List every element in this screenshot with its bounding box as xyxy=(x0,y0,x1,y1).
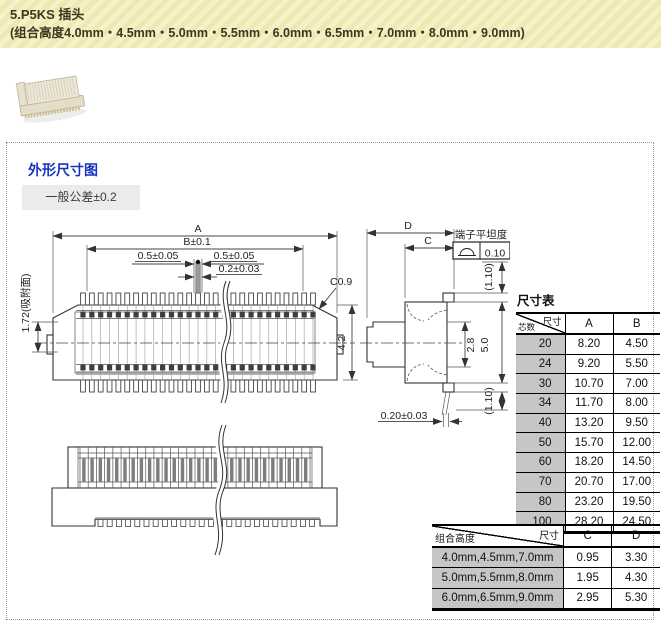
dim-pickup-face-label: 1.72(吸附面) xyxy=(19,274,32,333)
table-row: 208.204.50 xyxy=(516,334,660,354)
dim-a-cell: 18.20 xyxy=(565,453,613,473)
size-table: 尺寸 芯数 A B 208.204.50 249.205.50 3010.707… xyxy=(516,312,660,534)
size-table-col-A: A xyxy=(565,313,613,334)
height-table-corner-cell: 尺寸 组合高度 xyxy=(432,525,564,547)
corner-bottom-label: 组合高度 xyxy=(435,530,475,545)
flatness-label: 端子平坦度 xyxy=(455,228,508,241)
dim-A-label: A xyxy=(194,223,201,235)
dim-b-cell: 12.00 xyxy=(613,433,660,453)
page-title: 5.P5KS 插头 xyxy=(10,5,661,25)
dim-paren-top-label: (1.10) xyxy=(483,263,495,290)
table-row: 5.0mm,5.5mm,8.0mm1.954.30 xyxy=(432,568,660,588)
dim-c-cell: 1.95 xyxy=(564,568,612,588)
dim-b-cell: 17.00 xyxy=(613,472,660,492)
page-header: 5.P5KS 插头 (组合高度4.0mm・4.5mm・5.0mm・5.5mm・6… xyxy=(0,0,661,48)
height-table-col-D: D xyxy=(612,525,660,547)
section-title: 外形尺寸图 xyxy=(28,160,98,180)
dim-outer-height-label: 5.0 xyxy=(479,338,491,353)
dim-a-cell: 13.20 xyxy=(565,413,613,433)
dimension-drawing: A B±0.1 0.5±0.05 0.5±0.05 0.2±0.03 1.72(… xyxy=(10,215,510,565)
dim-b-cell: 9.50 xyxy=(613,413,660,433)
dim-D-label: D xyxy=(404,220,412,232)
size-table-title: 尺寸表 xyxy=(517,290,660,309)
height-cell: 4.0mm,4.5mm,7.0mm xyxy=(432,547,564,568)
dim-c-cell: 0.95 xyxy=(564,547,612,568)
dim-paren-bottom-label: (1.10) xyxy=(483,387,495,414)
pins-cell: 30 xyxy=(516,374,565,394)
pins-cell: 80 xyxy=(516,492,565,512)
height-table: 尺寸 组合高度 C D 4.0mm,4.5mm,7.0mm0.953.30 5.… xyxy=(432,524,660,611)
size-table-corner-cell: 尺寸 芯数 xyxy=(516,313,565,334)
top-pin-row xyxy=(81,293,316,305)
dim-b-cell: 19.50 xyxy=(613,492,660,512)
table-row: 5015.7012.00 xyxy=(516,433,660,453)
general-tolerance-badge: 一般公差±0.2 xyxy=(22,185,140,210)
corner-top-label: 尺寸 xyxy=(542,314,561,328)
dim-chamfer-label: C0.9 xyxy=(330,276,352,288)
height-table-col-C: C xyxy=(564,525,612,547)
size-table-header-row: 尺寸 芯数 A B xyxy=(516,313,660,334)
size-table-section: 尺寸表 尺寸 芯数 A B 208.204.50 249.205.50 3010… xyxy=(516,290,660,534)
dim-b-cell: 7.00 xyxy=(613,374,660,394)
height-cell: 5.0mm,5.5mm,8.0mm xyxy=(432,568,564,588)
dim-c-cell: 2.95 xyxy=(564,588,612,609)
dim-C-label: C xyxy=(424,235,432,247)
page-subtitle: (组合高度4.0mm・4.5mm・5.0mm・5.5mm・6.0mm・6.5mm… xyxy=(10,25,661,43)
pins-cell: 40 xyxy=(516,413,565,433)
dim-a-cell: 10.70 xyxy=(565,374,613,394)
dim-a-cell: 9.20 xyxy=(565,354,613,374)
dim-B-label: B±0.1 xyxy=(183,236,211,248)
height-table-section: 尺寸 组合高度 C D 4.0mm,4.5mm,7.0mm0.953.30 5.… xyxy=(432,524,660,611)
corner-bottom-label: 芯数 xyxy=(518,321,535,333)
datum-dot xyxy=(196,260,200,264)
dim-inner-height-label: 2.8 xyxy=(465,338,477,353)
dim-a-cell: 11.70 xyxy=(565,394,613,414)
dim-b-cell: 14.50 xyxy=(613,453,660,473)
front-view-drawing xyxy=(52,425,337,555)
pins-cell: 24 xyxy=(516,354,565,374)
dim-a-cell: 20.70 xyxy=(565,472,613,492)
bottom-pin-row xyxy=(81,380,316,392)
table-row: 3411.708.00 xyxy=(516,394,660,414)
dim-d-cell: 5.30 xyxy=(612,588,660,609)
height-cell: 6.0mm,6.5mm,9.0mm xyxy=(432,588,564,609)
dim-a-cell: 8.20 xyxy=(565,334,613,354)
dim-b-cell: 8.00 xyxy=(613,394,660,414)
table-row: 249.205.50 xyxy=(516,354,660,374)
table-row: 4.0mm,4.5mm,7.0mm0.953.30 xyxy=(432,547,660,568)
dim-body-height-label: 4.2 xyxy=(336,336,348,351)
pins-cell: 50 xyxy=(516,433,565,453)
dim-b-cell: 5.50 xyxy=(613,354,660,374)
dim-lead-thickness-label: 0.20±0.03 xyxy=(381,410,428,422)
dim-b-cell: 4.50 xyxy=(613,334,660,354)
dim-a-cell: 23.20 xyxy=(565,492,613,512)
solder-teeth-row xyxy=(98,520,315,527)
dim-half-left-label: 0.5±0.05 xyxy=(138,250,179,262)
top-view-drawing: A B±0.1 0.5±0.05 0.5±0.05 0.2±0.03 1.72(… xyxy=(19,223,358,403)
pins-cell: 70 xyxy=(516,472,565,492)
dim-center-gap-label: 0.2±0.03 xyxy=(219,263,260,275)
corner-top-label: 尺寸 xyxy=(539,527,559,542)
dim-d-cell: 4.30 xyxy=(612,568,660,588)
height-table-header-row: 尺寸 组合高度 C D xyxy=(432,525,660,547)
table-row: 3010.707.00 xyxy=(516,374,660,394)
connector-image xyxy=(16,73,87,126)
flatness-value: 0.10 xyxy=(485,248,506,260)
table-row: 4013.209.50 xyxy=(516,413,660,433)
pins-cell: 60 xyxy=(516,453,565,473)
table-row: 6.0mm,6.5mm,9.0mm2.955.30 xyxy=(432,588,660,609)
dim-d-cell: 3.30 xyxy=(612,547,660,568)
pins-cell: 20 xyxy=(516,334,565,354)
highlighted-terminal xyxy=(196,262,200,293)
pins-cell: 34 xyxy=(516,394,565,414)
table-row: 7020.7017.00 xyxy=(516,472,660,492)
table-row: 6018.2014.50 xyxy=(516,453,660,473)
table-row: 8023.2019.50 xyxy=(516,492,660,512)
size-table-col-B: B xyxy=(613,313,660,334)
connector-photo xyxy=(10,66,94,130)
side-view-drawing: D C 端子平坦度 0.10 (1.10) 5.0 2.8 (1.10) 0.2… xyxy=(360,220,510,427)
dim-half-right-label: 0.5±0.05 xyxy=(214,250,255,262)
dim-a-cell: 15.70 xyxy=(565,433,613,453)
